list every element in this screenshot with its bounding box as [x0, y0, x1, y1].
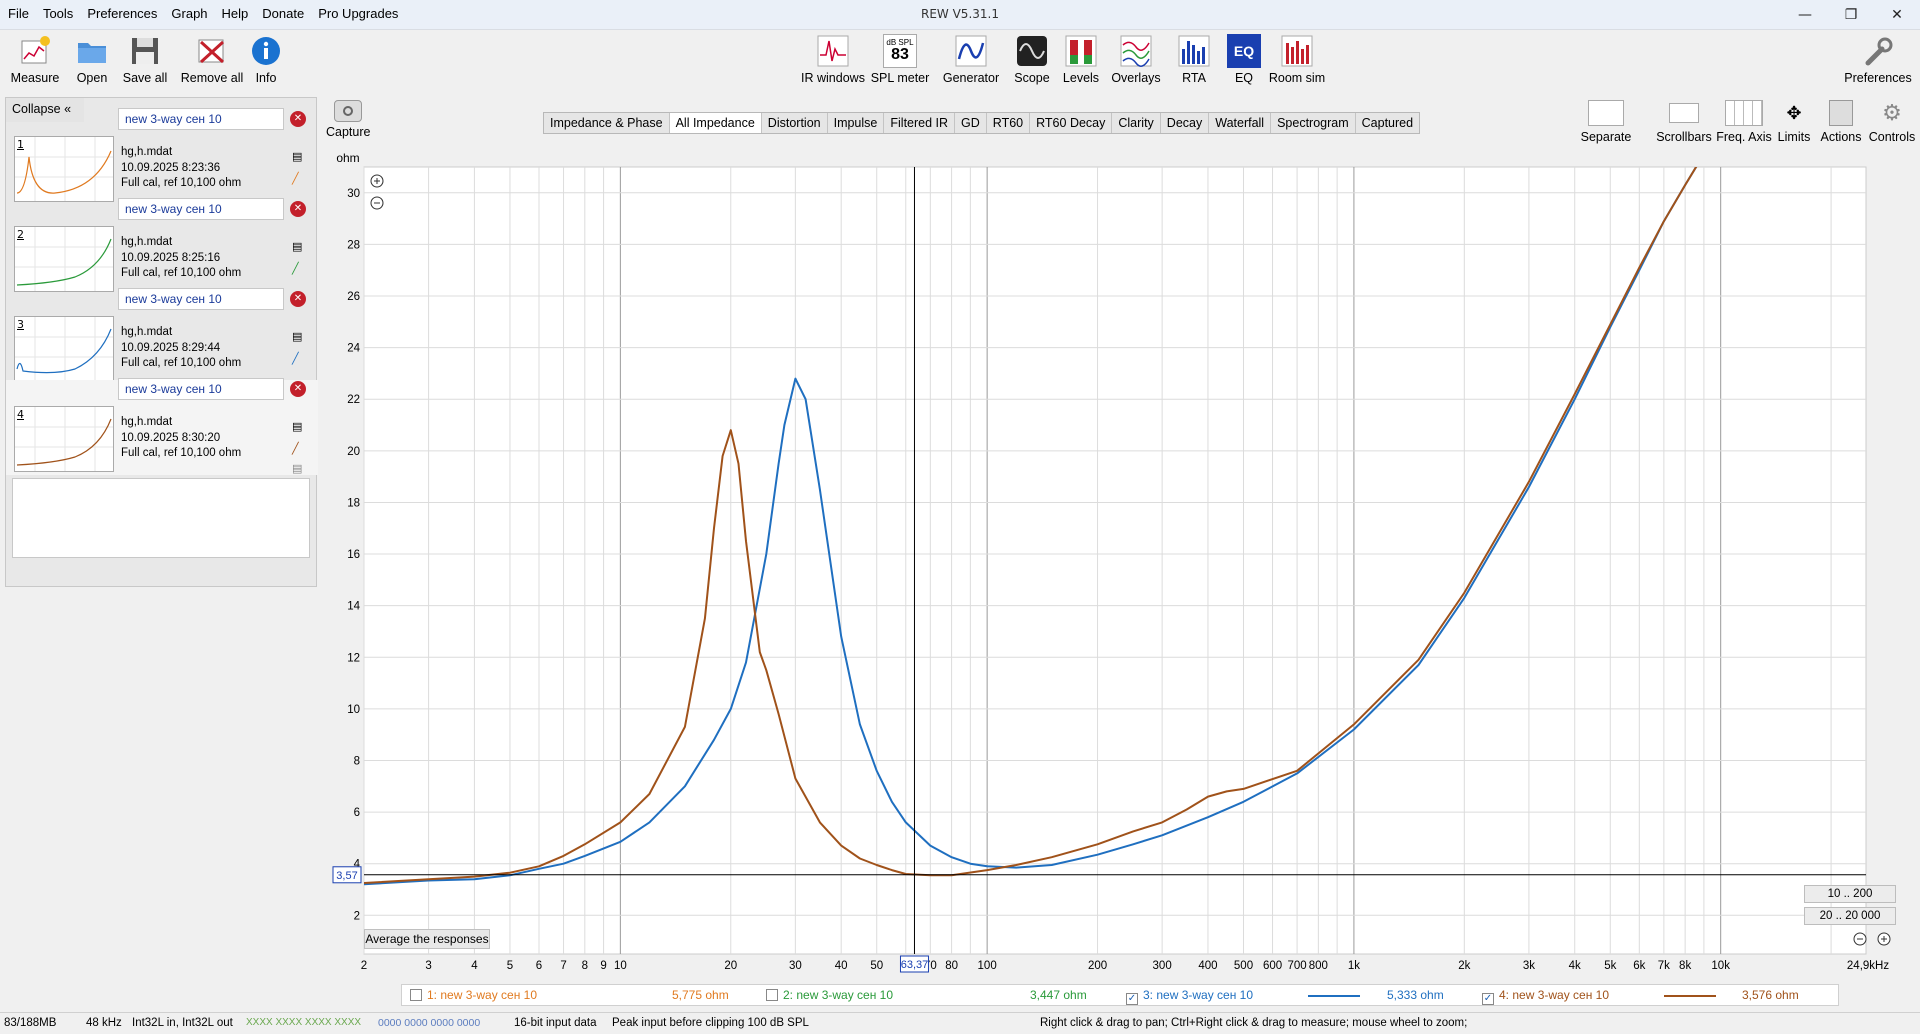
x-tick-label: 500 — [1234, 960, 1253, 972]
output-meter: 0000 0000 0000 0000 — [378, 1017, 481, 1029]
x-tick-label: 40 — [835, 960, 848, 972]
x-tick-label: 8 — [582, 960, 588, 972]
x-tick-label: 6 — [536, 960, 542, 972]
legend-checkbox[interactable] — [766, 989, 778, 1001]
legend-checkbox[interactable]: ✓ — [1482, 993, 1494, 1005]
mouse-hint: Right click & drag to pan; Ctrl+Right cl… — [1040, 1017, 1468, 1029]
impedance-plot[interactable]: 246810121416182022242628302 3 4 5 6 7 8 9 10 20 30… — [0, 0, 1920, 1034]
x-tick-label: 6k — [1633, 960, 1645, 972]
cursor-y-label: 3,57 — [336, 870, 357, 882]
x-tick-label: 4k — [1569, 960, 1581, 972]
x-tick-label: 300 — [1153, 960, 1172, 972]
x-tick-label: 10 — [614, 960, 627, 972]
range-10-200-button[interactable]: 10 .. 200 — [1804, 885, 1896, 903]
y-tick-label: 18 — [347, 497, 360, 509]
status-bar: 83/188MB 48 kHz Int32L in, Int32L out XX… — [0, 1012, 1920, 1034]
y-tick-label: 30 — [347, 188, 360, 200]
x-tick-label: 600 — [1263, 960, 1282, 972]
x-tick-label: 700 — [1288, 960, 1307, 972]
legend-checkbox[interactable]: ✓ — [1126, 993, 1138, 1005]
y-tick-label: 12 — [347, 652, 360, 664]
legend-line-swatch — [1664, 995, 1716, 997]
x-tick-label: 1k — [1348, 960, 1360, 972]
y-tick-label: 14 — [347, 601, 360, 613]
x-tick-label: 100 — [978, 960, 997, 972]
memory-status: 83/188MB — [4, 1017, 57, 1029]
zoom-in-x-icon[interactable] — [1877, 932, 1891, 946]
x-tick-label: 5 — [507, 960, 513, 972]
input-meter: XXXX XXXX XXXX XXXX — [246, 1017, 362, 1028]
y-unit-label: ohm — [336, 151, 359, 165]
range-20-20000-button[interactable]: 20 .. 20 000 — [1804, 907, 1896, 925]
y-tick-label: 26 — [347, 291, 360, 303]
y-tick-label: 6 — [354, 807, 360, 819]
legend-item-4[interactable]: ✓ 4: new 3-way сен 10 — [1482, 988, 1609, 1005]
zoom-out-icon[interactable] — [370, 196, 384, 210]
sample-rate-status: 48 kHz — [86, 1017, 122, 1029]
x-tick-label: 20 — [724, 960, 737, 972]
y-tick-label: 16 — [347, 549, 360, 561]
plot-area[interactable] — [363, 166, 1867, 955]
average-responses-button[interactable]: Average the responses — [364, 929, 490, 949]
legend-value: 3,576 ohm — [1742, 988, 1799, 1002]
x-tick-label: 8k — [1679, 960, 1691, 972]
x-tick-label: 2k — [1458, 960, 1470, 972]
y-tick-label: 22 — [347, 394, 360, 406]
peak-input-status: Peak input before clipping 100 dB SPL — [612, 1017, 809, 1029]
x-tick-label: 800 — [1309, 960, 1328, 972]
legend-value: 3,447 ohm — [1030, 988, 1087, 1002]
y-tick-label: 2 — [354, 910, 360, 922]
cursor-x-label: 63,37 — [901, 959, 929, 971]
legend-value: 5,333 ohm — [1387, 988, 1444, 1002]
y-tick-label: 28 — [347, 239, 360, 251]
legend-value: 5,775 ohm — [672, 988, 729, 1002]
x-tick-label: 30 — [789, 960, 802, 972]
x-end-label: 24,9kHz — [1847, 960, 1889, 972]
legend-line-swatch — [1308, 995, 1360, 997]
io-format-status: Int32L in, Int32L out — [132, 1017, 233, 1029]
x-tick-label: 7 — [560, 960, 566, 972]
legend-checkbox[interactable] — [410, 989, 422, 1001]
x-tick-label: 7k — [1658, 960, 1670, 972]
x-tick-label: 50 — [870, 960, 883, 972]
legend-item-2[interactable]: 2: new 3-way сен 10 — [766, 988, 893, 1002]
x-tick-label: 4 — [471, 960, 478, 972]
x-tick-label: 2 — [361, 960, 367, 972]
y-tick-label: 8 — [354, 755, 360, 767]
x-tick-label: 9 — [600, 960, 606, 972]
x-tick-label: 3 — [425, 960, 431, 972]
legend-bar: 1: new 3-way сен 10 5,775 ohm 2: new 3-w… — [401, 984, 1839, 1006]
y-tick-label: 20 — [347, 446, 360, 458]
x-tick-label: 200 — [1088, 960, 1107, 972]
zoom-out-x-icon[interactable] — [1853, 932, 1867, 946]
x-tick-label: 80 — [945, 960, 958, 972]
bit-depth-status: 16-bit input data — [514, 1017, 597, 1029]
y-tick-label: 24 — [347, 343, 360, 355]
legend-item-3[interactable]: ✓ 3: new 3-way сен 10 — [1126, 988, 1253, 1005]
x-tick-label: 10k — [1711, 960, 1730, 972]
zoom-in-icon[interactable] — [370, 174, 384, 188]
x-tick-label: 400 — [1198, 960, 1217, 972]
y-tick-label: 10 — [347, 704, 360, 716]
x-tick-label: 5k — [1604, 960, 1616, 972]
legend-item-1[interactable]: 1: new 3-way сен 10 — [410, 988, 537, 1002]
x-tick-label: 3k — [1523, 960, 1535, 972]
